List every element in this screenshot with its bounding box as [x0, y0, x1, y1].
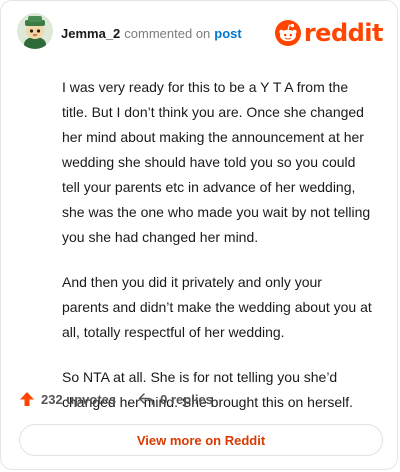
view-more-button[interactable]: View more on Reddit	[19, 424, 383, 456]
username-link[interactable]: Jemma_2	[61, 26, 120, 41]
embedded-comment-card: Jemma_2 commented on post reddit I was ver…	[0, 0, 398, 470]
reddit-snoo-icon	[274, 20, 301, 46]
reply-button[interactable]: 0 replies	[138, 391, 213, 407]
reply-count: 0 replies	[160, 391, 213, 407]
reply-arrow-icon	[138, 393, 154, 405]
user-avatar[interactable]	[17, 13, 53, 49]
post-link[interactable]: post	[214, 26, 241, 41]
upvote-arrow-icon	[20, 392, 34, 406]
upvote-count: 232 upvotes	[41, 391, 117, 407]
comment-paragraph-2: And then you did it privately and only y…	[62, 274, 372, 340]
comment-body: I was very ready for this to be a Y T A …	[62, 75, 372, 435]
reddit-logo[interactable]: reddit	[274, 19, 384, 47]
comment-paragraph-1: I was very ready for this to be a Y T A …	[62, 79, 371, 245]
byline-text: commented on	[124, 26, 211, 41]
upvote-button[interactable]: 232 upvotes	[19, 391, 116, 407]
avatar-icon	[17, 13, 53, 49]
reddit-wordmark: reddit	[303, 19, 384, 47]
comment-header: Jemma_2 commented on post reddit	[13, 11, 385, 55]
comment-byline: Jemma_2 commented on post	[61, 26, 242, 41]
comment-actions: 232 upvotes 0 replies	[19, 389, 213, 409]
